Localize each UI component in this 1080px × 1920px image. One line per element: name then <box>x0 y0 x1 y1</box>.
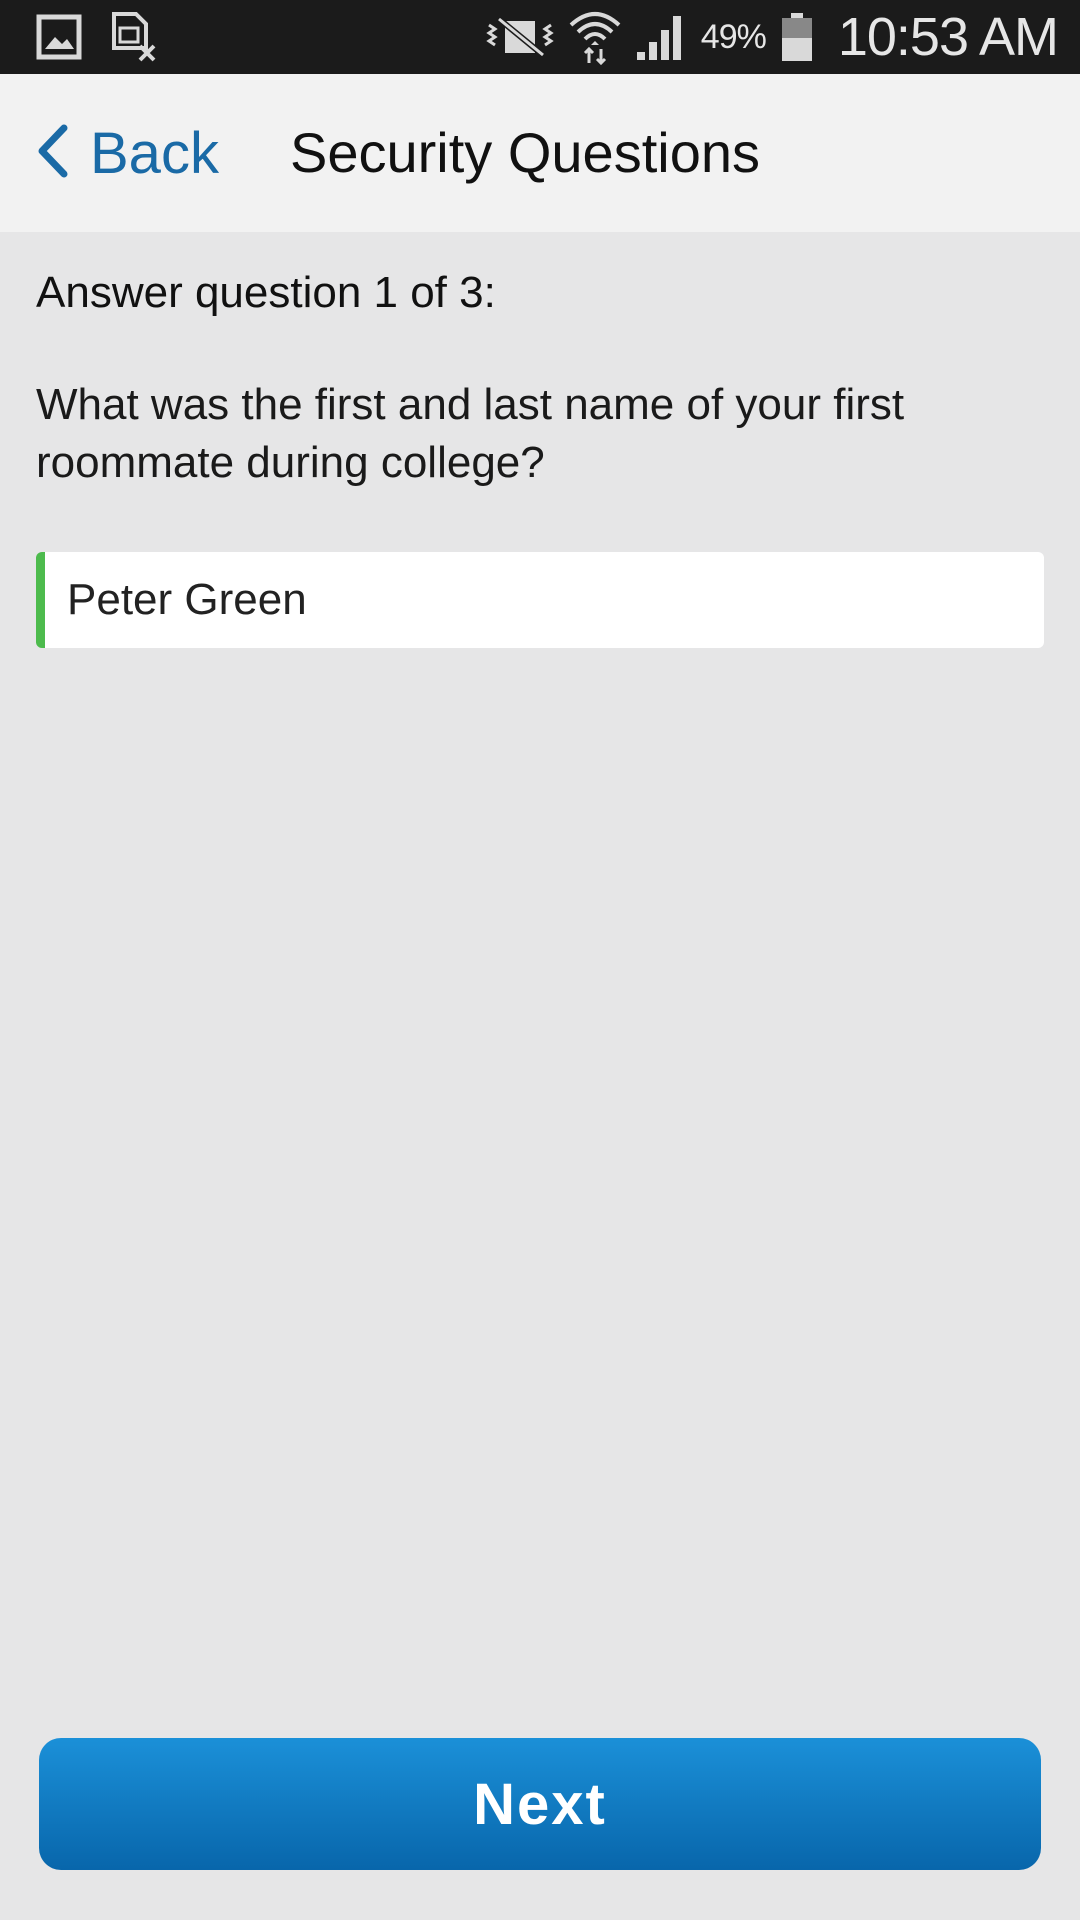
answer-input[interactable] <box>36 552 1044 648</box>
status-bar: 49% 10:53 AM <box>0 0 1080 74</box>
battery-icon <box>780 12 814 62</box>
battery-percent: 49% <box>700 17 767 56</box>
signal-icon <box>635 12 687 62</box>
next-button[interactable]: Next <box>39 1738 1041 1870</box>
question-progress: Answer question 1 of 3: <box>36 268 496 317</box>
wifi-icon <box>569 9 621 65</box>
sim-error-icon <box>110 12 156 67</box>
status-time: 10:53 AM <box>837 7 1059 67</box>
back-label: Back <box>90 120 219 186</box>
gallery-icon <box>36 14 82 65</box>
vibrate-mute-icon <box>485 15 555 59</box>
status-left-icons <box>36 12 156 67</box>
app-header: Back Security Questions <box>0 74 1080 232</box>
question-text: What was the first and last name of your… <box>36 380 905 487</box>
status-right-icons: 49% 10:53 AM <box>485 0 1059 74</box>
page-title: Security Questions <box>290 121 760 184</box>
back-button[interactable]: Back <box>36 116 219 190</box>
chevron-left-icon <box>36 124 68 183</box>
